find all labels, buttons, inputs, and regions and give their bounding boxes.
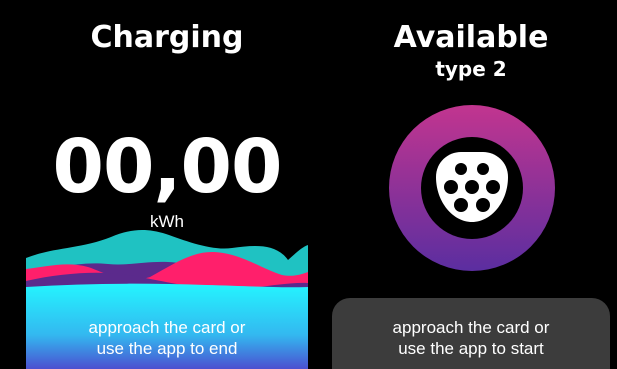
available-instruction: approach the card or use the app to star…	[332, 317, 610, 359]
connector-type-label: type 2	[435, 57, 507, 81]
charging-instruction: approach the card or use the app to end	[26, 317, 308, 359]
energy-value: 00,00	[52, 124, 282, 210]
type2-connector-icon	[436, 152, 508, 222]
available-panel: Available type 2 approach the card or us…	[332, 0, 610, 369]
available-instruction-line1: approach the card or	[392, 318, 550, 337]
charger-screen: Charging 00,00 kWh approach the card or …	[0, 0, 617, 369]
charging-status-title: Charging	[90, 20, 244, 55]
available-status-title: Available	[393, 20, 549, 55]
charging-instruction-line1: approach the card or	[88, 318, 246, 337]
charging-panel: Charging 00,00 kWh approach the card or …	[26, 0, 308, 369]
charging-instruction-line2: use the app to end	[96, 339, 238, 358]
energy-unit: kWh	[150, 212, 184, 231]
available-instruction-line2: use the app to start	[398, 339, 544, 358]
